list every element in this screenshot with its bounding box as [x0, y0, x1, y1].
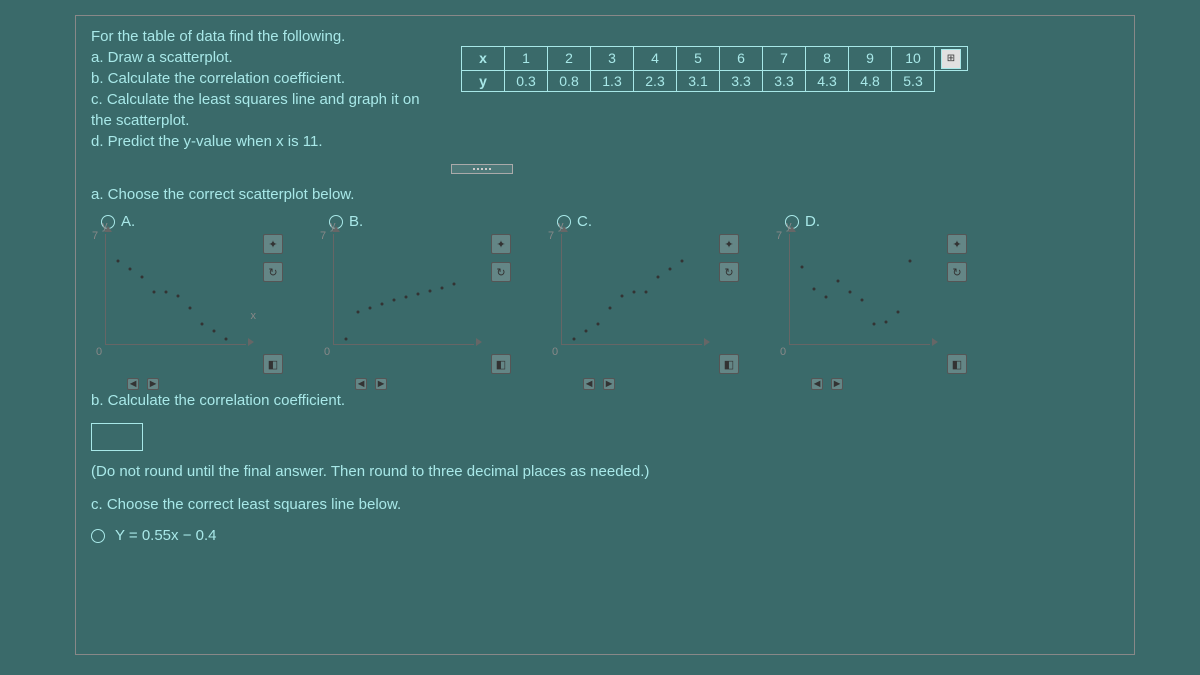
row-label-x: x: [462, 47, 505, 71]
copy-icon[interactable]: ⊞: [941, 49, 961, 69]
cell: 3.3: [763, 70, 806, 91]
cell: 2: [548, 47, 591, 71]
scatterplot-C: y 7 0: [561, 234, 702, 345]
reset-icon[interactable]: ↻: [947, 262, 967, 282]
cell: 5: [677, 47, 720, 71]
cell: 9: [849, 47, 892, 71]
reset-icon[interactable]: ↻: [719, 262, 739, 282]
row-label-y: y: [462, 70, 505, 91]
option-C: C. y 7 0 ✦: [547, 213, 747, 374]
scatterplot-D: y 7 0: [789, 234, 930, 345]
zoom-icon[interactable]: ✦: [491, 234, 511, 254]
equation-option-1[interactable]: Y = 0.55x − 0.4: [91, 527, 1119, 544]
intro-row: For the table of data find the following…: [91, 26, 1119, 152]
expand-icon[interactable]: ◧: [263, 354, 283, 374]
section-a-prompt: a. Choose the correct scatterplot below.: [91, 186, 1119, 203]
cell: 4.8: [849, 70, 892, 91]
ytick: 7: [776, 230, 782, 242]
scatterplot-B: y 7 0: [333, 234, 474, 345]
cell: 0.8: [548, 70, 591, 91]
reset-icon[interactable]: ↻: [491, 262, 511, 282]
cell: 4.3: [806, 70, 849, 91]
data-table-wrap: x 1 2 3 4 5 6 7 8 9 10 ⊞ y 0.3 0.8: [461, 26, 1119, 152]
question-panel: For the table of data find the following…: [75, 15, 1135, 655]
cell: 8: [806, 47, 849, 71]
plot-svg: [106, 234, 246, 344]
ytick: 7: [92, 230, 98, 242]
option-C-text: C.: [577, 213, 592, 230]
expand-icon[interactable]: ◧: [719, 354, 739, 374]
next-icon[interactable]: ►: [603, 378, 615, 390]
prev-icon[interactable]: ◄: [583, 378, 595, 390]
option-D: D. y 7 0 ✦: [775, 213, 975, 374]
section-c-prompt: c. Choose the correct least squares line…: [91, 496, 1119, 513]
option-A-label[interactable]: A.: [101, 213, 291, 230]
option-C-label[interactable]: C.: [557, 213, 747, 230]
ytick: 7: [320, 230, 326, 242]
radio-eq1[interactable]: [91, 529, 105, 543]
equation-1-text: Y = 0.55x − 0.4: [115, 527, 216, 544]
prev-icon[interactable]: ◄: [811, 378, 823, 390]
copy-icon-cell: ⊞: [935, 47, 968, 71]
plot-svg: [334, 234, 474, 344]
scatterplot-A: y 7 0 x: [105, 234, 246, 345]
cell: 3.1: [677, 70, 720, 91]
origin: 0: [324, 346, 330, 358]
prev-icon[interactable]: ◄: [355, 378, 367, 390]
cell: 3: [591, 47, 634, 71]
zoom-icon[interactable]: ✦: [947, 234, 967, 254]
option-B-text: B.: [349, 213, 363, 230]
expand-icon[interactable]: ◧: [491, 354, 511, 374]
option-D-text: D.: [805, 213, 820, 230]
plot-svg: [790, 234, 930, 344]
ytick: 7: [548, 230, 554, 242]
cell: 1: [505, 47, 548, 71]
ylabel: y: [102, 220, 108, 232]
next-icon[interactable]: ►: [831, 378, 843, 390]
cell: 6: [720, 47, 763, 71]
option-A: A. y 7 0 x: [91, 213, 291, 374]
cell: 5.3: [892, 70, 935, 91]
expand-icon[interactable]: ◧: [947, 354, 967, 374]
origin: 0: [780, 346, 786, 358]
cell: 4: [634, 47, 677, 71]
cell: 2.3: [634, 70, 677, 91]
cell: 0.3: [505, 70, 548, 91]
correlation-input[interactable]: [91, 423, 143, 451]
option-A-text: A.: [121, 213, 135, 230]
prev-icon[interactable]: ◄: [127, 378, 139, 390]
section-b-prompt: b. Calculate the correlation coefficient…: [91, 392, 1119, 409]
cell: 1.3: [591, 70, 634, 91]
cell: 10: [892, 47, 935, 71]
ylabel: y: [558, 220, 564, 232]
ylabel: y: [330, 220, 336, 232]
section-divider: [451, 164, 513, 174]
next-icon[interactable]: ►: [147, 378, 159, 390]
reset-icon[interactable]: ↻: [263, 262, 283, 282]
option-B-label[interactable]: B.: [329, 213, 519, 230]
option-B: B. y 7 0 ✦: [319, 213, 519, 374]
zoom-icon[interactable]: ✦: [719, 234, 739, 254]
rounding-hint: (Do not round until the final answer. Th…: [91, 463, 1119, 480]
cell: 3.3: [720, 70, 763, 91]
data-table: x 1 2 3 4 5 6 7 8 9 10 ⊞ y 0.3 0.8: [461, 46, 968, 92]
ylabel: y: [786, 220, 792, 232]
table-row: x 1 2 3 4 5 6 7 8 9 10 ⊞: [462, 47, 968, 71]
origin: 0: [552, 346, 558, 358]
table-row: y 0.3 0.8 1.3 2.3 3.1 3.3 3.3 4.3 4.8 5.…: [462, 70, 968, 91]
options-row: A. y 7 0 x: [91, 213, 1119, 374]
plot-svg: [562, 234, 702, 344]
option-D-label[interactable]: D.: [785, 213, 975, 230]
next-icon[interactable]: ►: [375, 378, 387, 390]
intro-text: For the table of data find the following…: [91, 26, 431, 152]
xlabel: x: [251, 310, 257, 322]
origin: 0: [96, 346, 102, 358]
zoom-icon[interactable]: ✦: [263, 234, 283, 254]
cell: 7: [763, 47, 806, 71]
